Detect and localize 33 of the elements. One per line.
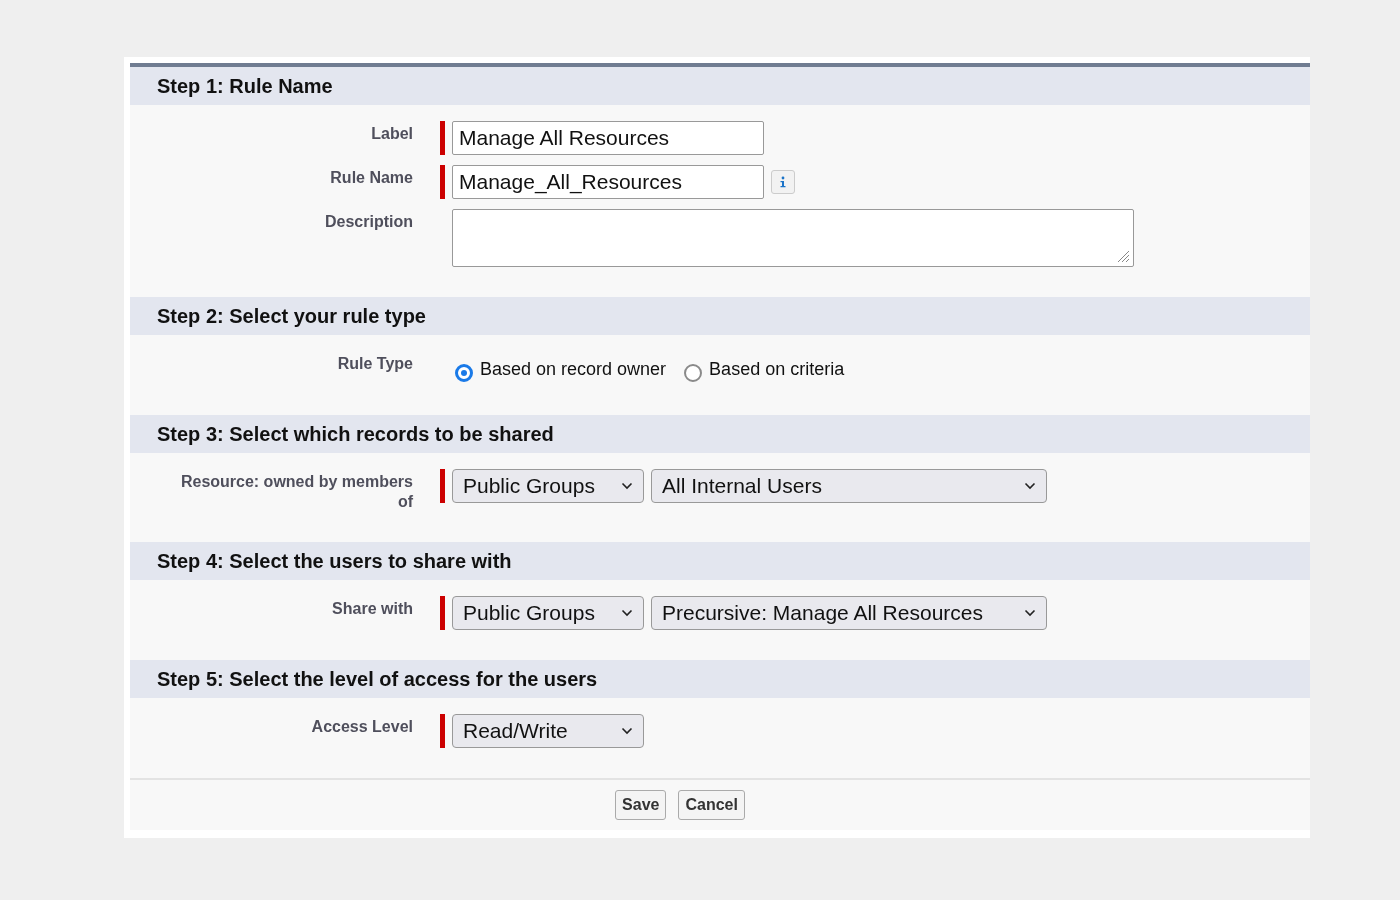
dropdown[interactable]: Precursive: Manage All Resources: [651, 596, 1047, 630]
chevron-down-icon: [1024, 482, 1036, 490]
chevron-down-icon: [1024, 609, 1036, 617]
section-title: Step 5: Select the level of access for the users: [157, 667, 598, 691]
dropdown[interactable]: Public Groups: [452, 469, 644, 503]
form-button[interactable]: Save: [615, 790, 667, 820]
field-label: Label: [370, 124, 413, 144]
description-field[interactable]: [452, 209, 1134, 267]
form-button[interactable]: Cancel: [678, 790, 745, 820]
section-title: Step 4: Select the users to share with: [157, 549, 512, 573]
field-label: Share with: [331, 599, 413, 619]
field-label: Rule Name: [329, 168, 413, 188]
chevron-down-icon: [621, 482, 633, 490]
dropdown[interactable]: Read/Write: [452, 714, 644, 748]
resize-grip-icon[interactable]: [1116, 249, 1130, 263]
info-icon[interactable]: [771, 170, 795, 194]
dropdown[interactable]: All Internal Users: [651, 469, 1047, 503]
radio-label[interactable]: Based on criteria: [709, 359, 845, 380]
section-title: Step 3: Select which records to be shared: [157, 422, 554, 446]
text-field[interactable]: Manage All Resources: [452, 121, 764, 155]
field-label: Access Level: [310, 717, 413, 737]
text-field[interactable]: Manage_All_Resources: [452, 165, 764, 199]
section-title: Step 2: Select your rule type: [157, 304, 426, 328]
field-label: Resource: owned by members of: [179, 472, 413, 512]
field-label: Description: [324, 212, 413, 232]
dropdown[interactable]: Public Groups: [452, 596, 644, 630]
radio-button[interactable]: [455, 363, 473, 382]
radio-button[interactable]: [684, 363, 703, 382]
section-title: Step 1: Rule Name: [157, 74, 333, 98]
radio-label[interactable]: Based on record owner: [480, 359, 667, 380]
chevron-down-icon: [621, 727, 633, 735]
field-label: Rule Type: [336, 354, 413, 374]
chevron-down-icon: [621, 609, 633, 617]
